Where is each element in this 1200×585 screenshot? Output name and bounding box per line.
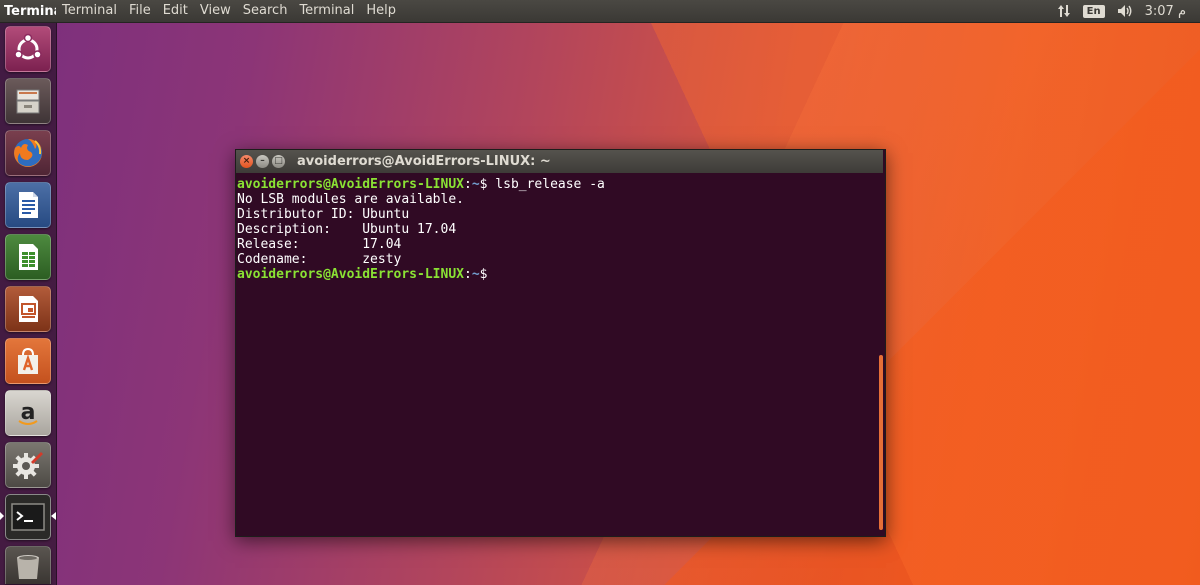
software-bag-icon: [12, 345, 44, 377]
menu-terminal[interactable]: Terminal: [56, 0, 123, 22]
terminal-command: lsb_release -a: [487, 177, 605, 192]
prompt-path: ~: [471, 267, 480, 282]
launcher-trash[interactable]: [5, 546, 51, 584]
maximize-window-button[interactable]: □: [272, 155, 285, 168]
menu-terminal-2[interactable]: Terminal: [293, 0, 360, 22]
close-window-button[interactable]: ×: [240, 155, 253, 168]
launcher-libreoffice-writer[interactable]: [5, 182, 51, 228]
active-app-arrow-icon: [51, 512, 56, 520]
terminal-line: Description: Ubuntu 17.04: [237, 222, 457, 237]
writer-document-icon: [12, 189, 44, 221]
terminal-line: Distributor ID: Ubuntu: [237, 207, 410, 222]
launcher-system-settings[interactable]: [5, 442, 51, 488]
impress-presentation-icon: [12, 293, 44, 325]
terminal-window[interactable]: × – □ avoiderrors@AvoidErrors-LINUX: ~ a…: [235, 149, 886, 537]
menu-view[interactable]: View: [194, 0, 237, 22]
system-tray: En 3:07 م: [1057, 0, 1186, 22]
window-titlebar[interactable]: × – □ avoiderrors@AvoidErrors-LINUX: ~: [236, 150, 883, 173]
launcher-files[interactable]: [5, 78, 51, 124]
menu-file[interactable]: File: [123, 0, 157, 22]
top-panel: Terminal Terminal File Edit View Search …: [0, 0, 1200, 23]
terminal-line: avoiderrors@AvoidErrors-LINUX:~$: [237, 267, 488, 282]
terminal-line: No LSB modules are available.: [237, 192, 464, 207]
updown-arrows-icon[interactable]: [1057, 4, 1071, 18]
prompt-user: avoiderrors@AvoidErrors-LINUX: [237, 177, 464, 192]
minimize-icon: –: [260, 156, 265, 166]
launcher-ubuntu-dash[interactable]: [5, 26, 51, 72]
speaker-icon[interactable]: [1117, 4, 1133, 18]
terminal-line: avoiderrors@AvoidErrors-LINUX:~$ lsb_rel…: [237, 177, 605, 192]
minimize-window-button[interactable]: –: [256, 155, 269, 168]
close-icon: ×: [242, 156, 251, 166]
prompt-user: avoiderrors@AvoidErrors-LINUX: [237, 267, 464, 282]
launcher: a: [0, 22, 57, 585]
active-app-name: Terminal: [4, 3, 56, 19]
menu-bar: Terminal File Edit View Search Terminal …: [56, 0, 402, 22]
ubuntu-logo-icon: [12, 33, 44, 65]
keyboard-layout-indicator[interactable]: En: [1082, 4, 1105, 18]
amazon-icon: a: [12, 397, 44, 429]
launcher-terminal[interactable]: [5, 494, 51, 540]
maximize-icon: □: [274, 156, 283, 166]
launcher-firefox[interactable]: [5, 130, 51, 176]
launcher-amazon[interactable]: a: [5, 390, 51, 436]
terminal-line: Release: 17.04: [237, 237, 402, 252]
terminal-scrollbar[interactable]: [879, 355, 883, 530]
launcher-ubuntu-software[interactable]: [5, 338, 51, 384]
prompt-path: ~: [471, 177, 480, 192]
window-title: avoiderrors@AvoidErrors-LINUX: ~: [297, 154, 551, 169]
svg-text:a: a: [21, 400, 36, 425]
firefox-icon: [11, 136, 45, 170]
terminal-output[interactable]: avoiderrors@AvoidErrors-LINUX:~$ lsb_rel…: [236, 174, 883, 535]
menu-help[interactable]: Help: [360, 0, 402, 22]
file-cabinet-icon: [12, 85, 44, 117]
clock[interactable]: 3:07 م: [1145, 4, 1186, 19]
launcher-libreoffice-impress[interactable]: [5, 286, 51, 332]
launcher-libreoffice-calc[interactable]: [5, 234, 51, 280]
menu-edit[interactable]: Edit: [157, 0, 194, 22]
running-app-indicator-icon: [0, 512, 4, 520]
trash-icon: [13, 551, 43, 581]
terminal-line: Codename: zesty: [237, 252, 402, 267]
calc-spreadsheet-icon: [12, 241, 44, 273]
settings-gear-icon: [11, 448, 45, 482]
menu-search[interactable]: Search: [237, 0, 294, 22]
terminal-prompt-icon: [11, 502, 45, 532]
